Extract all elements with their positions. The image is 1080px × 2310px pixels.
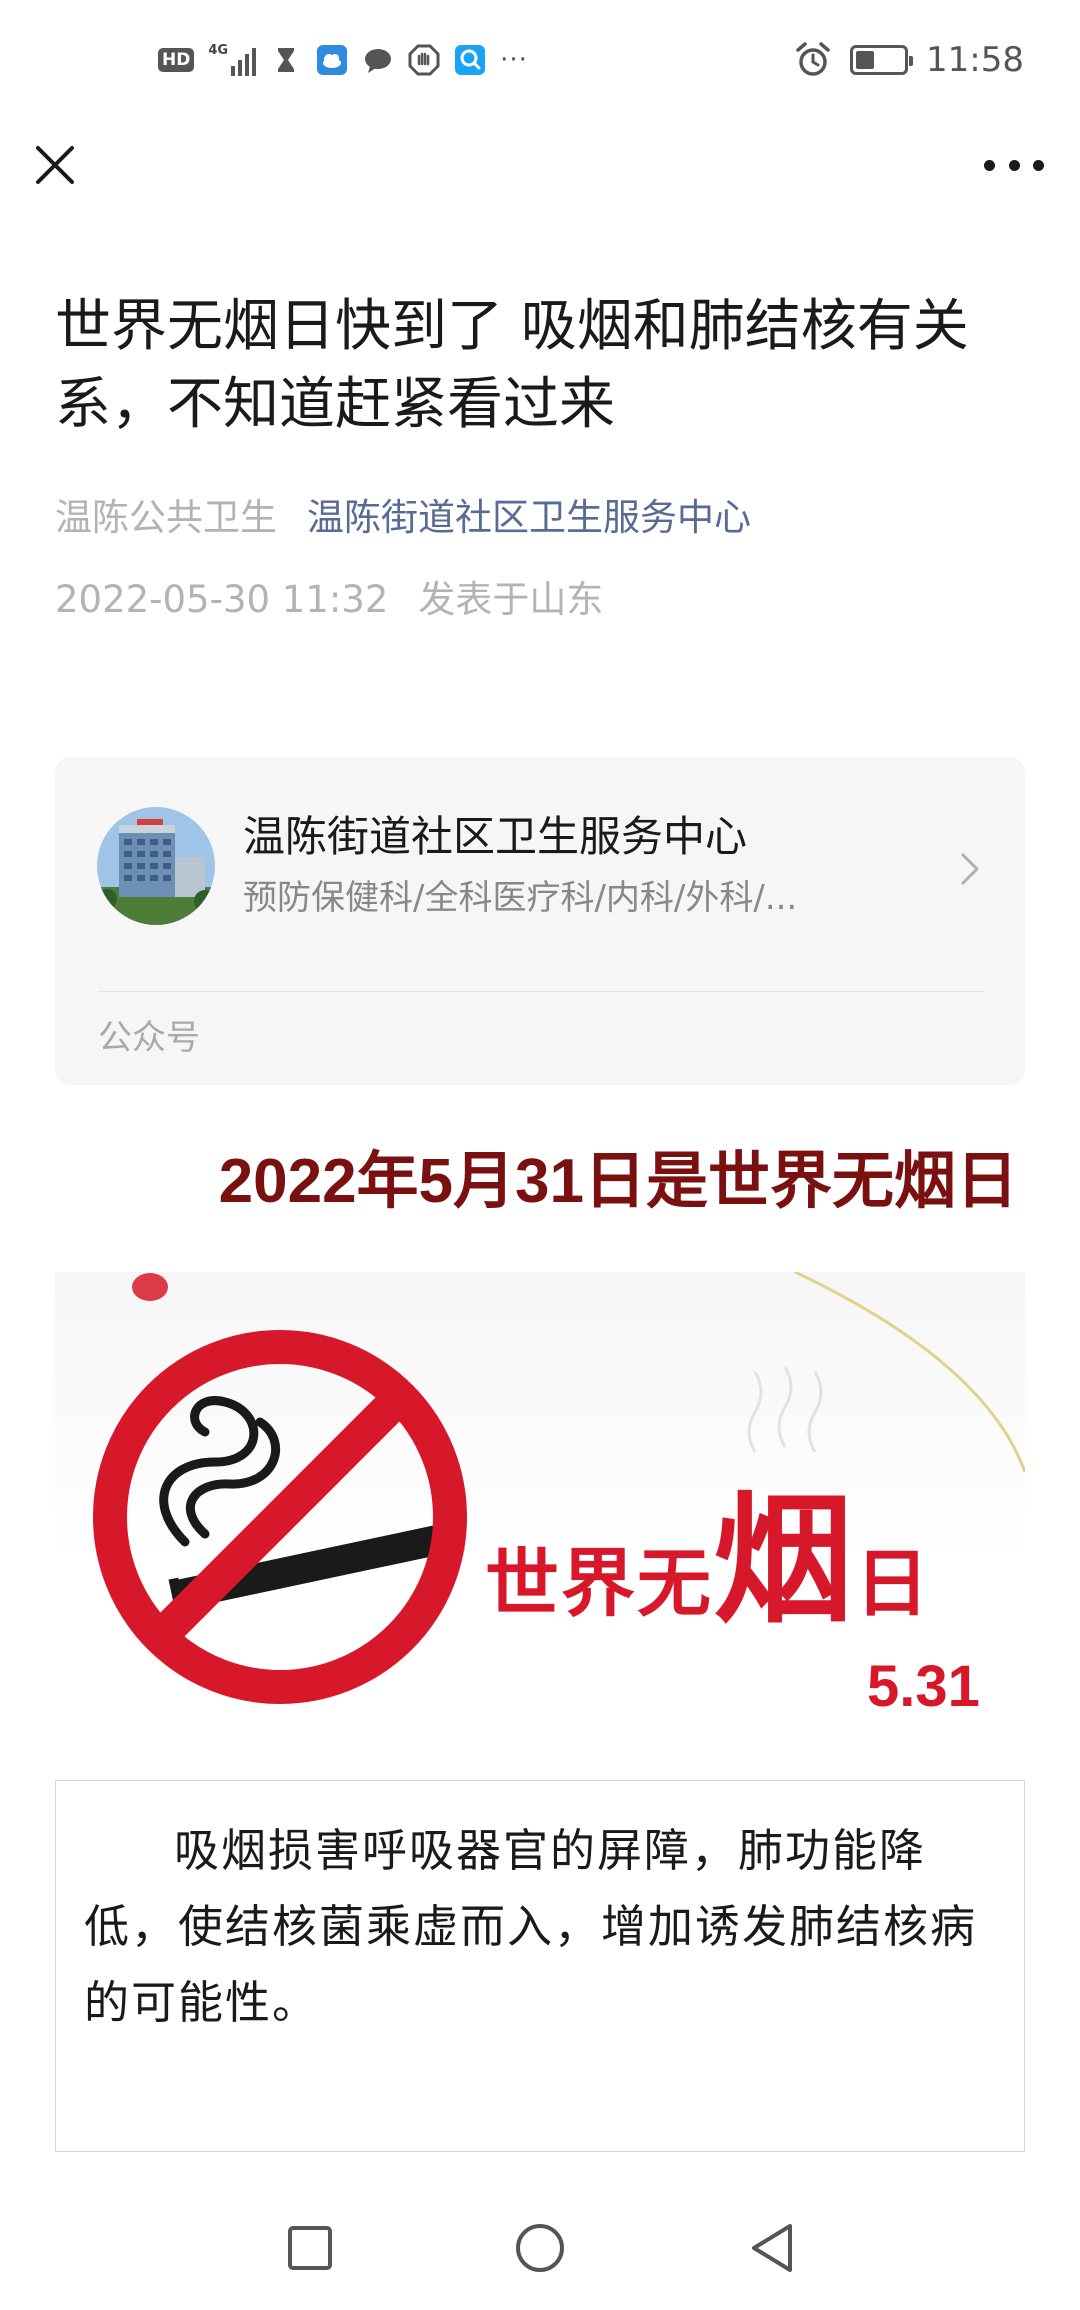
banner-date: 5.31 <box>867 1654 980 1719</box>
account-avatar <box>97 807 215 925</box>
banner-title-part1: 世界无 <box>485 1541 713 1627</box>
hd-icon: HD <box>158 48 195 72</box>
battery-level <box>856 51 875 69</box>
account-link[interactable]: 温陈街道社区卫生服务中心 <box>307 493 751 543</box>
search-app-icon <box>455 45 486 75</box>
article-author: 温陈公共卫生 <box>55 496 277 539</box>
signal-icon: 4G <box>208 43 257 76</box>
banner-title-part2: 日 <box>855 1541 932 1627</box>
status-bar: HD 4G ··· 11:58 <box>0 0 1080 126</box>
more-dots-icon[interactable] <box>984 150 1044 180</box>
account-description: 预防保健科/全科医疗科/内科/外科/... <box>243 878 798 918</box>
status-icons-right: 11:58 <box>794 40 1024 80</box>
network-type-label: 4G <box>208 43 229 58</box>
more-notifications: ··· <box>500 45 528 75</box>
home-circle-icon[interactable] <box>512 2220 568 2276</box>
chat-bubble-icon <box>365 49 392 73</box>
account-type-label: 公众号 <box>98 1018 200 1058</box>
hourglass-icon <box>278 48 295 72</box>
battery-icon <box>850 45 914 75</box>
status-icons-left: HD 4G ··· <box>158 44 528 76</box>
alarm-icon <box>796 42 830 76</box>
recent-apps-square-icon[interactable] <box>282 2220 338 2276</box>
article-byline: 温陈公共卫生 温陈街道社区卫生服务中心 <box>55 493 751 543</box>
article-paragraph-box: 吸烟损害呼吸器官的屏障，肺功能降低，使结核菌乘虚而入，增加诱发肺结核病的可能性。 <box>55 1780 1025 2152</box>
publish-date: 2022-05-30 11:32 <box>55 578 389 621</box>
article-headline: 2022年5月31日是世界无烟日 <box>218 1147 1018 1216</box>
article-paragraph: 吸烟损害呼吸器官的屏障，肺功能降低，使结核菌乘虚而入，增加诱发肺结核病的可能性。 <box>84 1824 978 2029</box>
back-triangle-icon[interactable] <box>744 2220 800 2276</box>
banner-title: 世界无烟日 <box>485 1492 932 1632</box>
banner-title-big: 烟 <box>713 1480 856 1643</box>
article-meta: 2022-05-30 11:32 发表于山东 <box>55 575 603 625</box>
account-name: 温陈街道社区卫生服务中心 <box>243 812 748 861</box>
clock: 11:58 <box>926 40 1024 80</box>
weather-app-icon <box>317 45 348 75</box>
no-smoking-banner-image: 世界无烟日 5.31 <box>55 1272 1025 1757</box>
publish-location: 发表于山东 <box>418 578 604 621</box>
card-divider <box>98 991 985 992</box>
account-card[interactable]: 温陈街道社区卫生服务中心 预防保健科/全科医疗科/内科/外科/... 公众号 <box>55 757 1025 1085</box>
hand-icon <box>408 44 440 76</box>
system-navigation-bar <box>0 2180 1080 2310</box>
close-icon[interactable] <box>30 140 80 190</box>
article-title: 世界无烟日快到了 吸烟和肺结核有关系，不知道赶紧看过来 <box>55 294 969 437</box>
chevron-right-icon[interactable] <box>955 847 985 891</box>
